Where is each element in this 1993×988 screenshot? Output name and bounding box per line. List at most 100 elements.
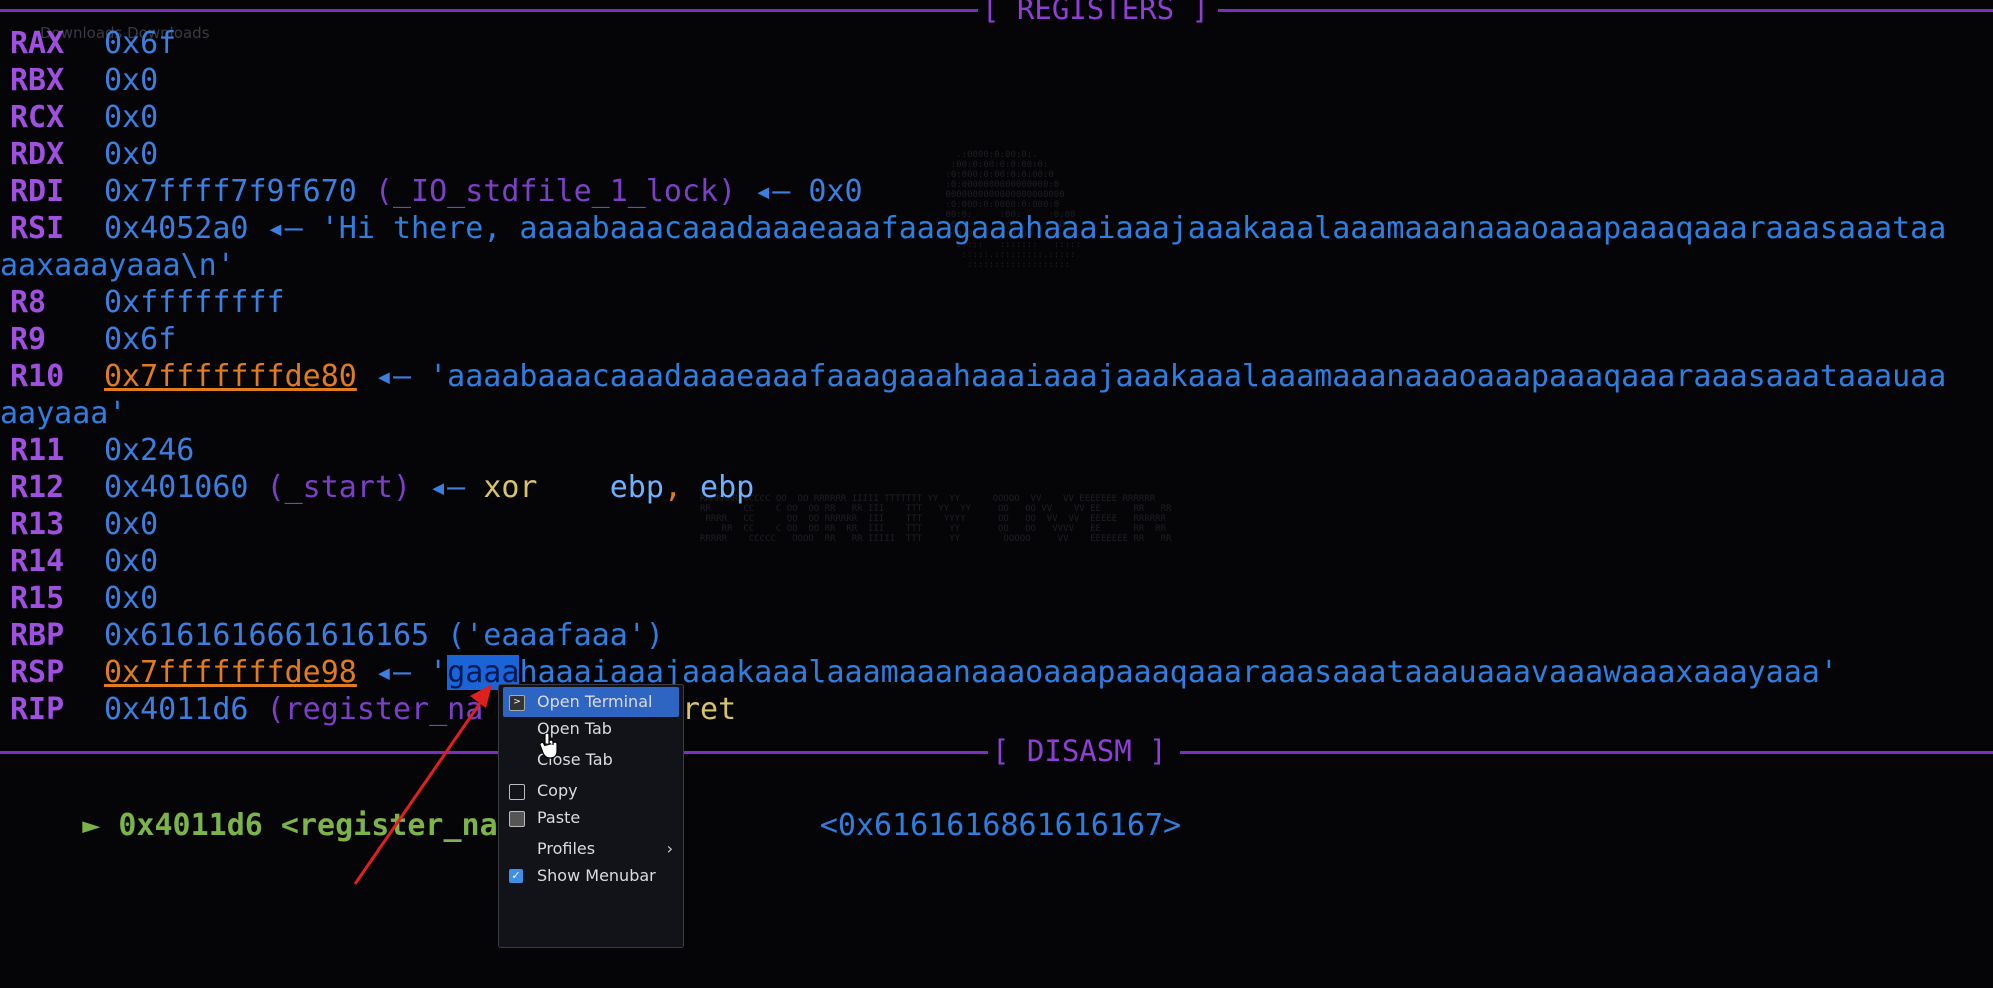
register-value-part: xor: [483, 470, 538, 505]
register-value-part: 0x4011d6: [104, 692, 249, 727]
register-row-r15[interactable]: R15 0x0: [10, 580, 158, 617]
chevron-right-icon: ›: [666, 839, 673, 858]
menu-item-show-menubar[interactable]: ✓ Show Menubar: [503, 861, 679, 891]
menu-item-close-tab[interactable]: Close Tab: [503, 745, 679, 775]
menu-item-label: Copy: [537, 781, 578, 800]
header-rule-right: [1218, 9, 1993, 12]
register-value-part: 0x0: [104, 544, 159, 579]
menu-item-label: Profiles: [537, 839, 596, 858]
register-value-part: 0x0: [104, 507, 159, 542]
register-value-part: (register_na: [248, 692, 484, 727]
register-name: RAX: [10, 26, 65, 61]
register-row-r12[interactable]: R12 0x401060 (_start) ◂— xor ebp, ebp: [10, 469, 754, 506]
register-value-part: aaxaaayaaa\n': [0, 248, 235, 283]
register-row-rbp[interactable]: RBP 0x6161616661616165 ('eaaafaaa'): [10, 617, 664, 654]
register-value-part: ('eaaafaaa'): [429, 618, 664, 653]
register-name: RCX: [10, 100, 65, 135]
register-value-part: 0x7fffffffde98: [104, 655, 357, 690]
mouse-cursor-icon: [540, 733, 558, 759]
register-row-rdx[interactable]: RDX 0x0: [10, 136, 158, 173]
menu-item-open-tab[interactable]: Open Tab: [503, 714, 679, 744]
register-row-rcx[interactable]: RCX 0x0: [10, 99, 158, 136]
register-value-part: ◂—: [411, 470, 484, 505]
register-row-rsi[interactable]: RSI 0x4052a0 ◂— 'Hi there, aaaabaaacaaada…: [10, 210, 1946, 247]
registers-header: [ REGISTERS ]: [0, 0, 1993, 34]
register-value-part: aayaaa': [0, 396, 127, 431]
register-name: R10: [10, 359, 65, 394]
register-value-part: 0x246: [104, 433, 195, 468]
register-name: RIP: [10, 692, 65, 727]
register-row-r14[interactable]: R14 0x0: [10, 543, 158, 580]
register-name: RBX: [10, 63, 65, 98]
menu-item-open-terminal[interactable]: > Open Terminal: [503, 687, 679, 717]
registers-title: [ REGISTERS ]: [978, 0, 1213, 26]
register-value-part: 0x0: [104, 581, 159, 616]
register-value-part: 0x4052a0: [104, 211, 249, 246]
register-name: RDI: [10, 174, 65, 209]
register-value-part: haaaiaaajaaakaaalaaamaaanaaaoaaapaaaqaaa…: [519, 655, 1838, 690]
menu-item-profiles[interactable]: Profiles ›: [503, 834, 679, 864]
register-name: R12: [10, 470, 65, 505]
register-name: RBP: [10, 618, 65, 653]
disasm-rule-left: [0, 751, 994, 754]
register-name: RSP: [10, 655, 65, 690]
register-value-part: 'aaaabaaacaaadaaaeaaafaaagaaahaaaiaaajaa…: [429, 359, 1947, 394]
terminal-window[interactable]: Downloads Downloads [ REGISTERS ] .:0000…: [0, 0, 1993, 988]
register-row-rax[interactable]: RAX 0x6f: [10, 25, 176, 62]
register-value-part: (_IO_stdfile_1_lock): [356, 174, 737, 209]
disasm-target: <0x6161616861616167>: [819, 808, 1182, 843]
register-row-r13[interactable]: R13 0x0: [10, 506, 158, 543]
background-ascii-banner: RRRRRRR CCCCC OO OO RRRRRR IIIII TTTTTTT…: [700, 494, 1172, 544]
register-name: RSI: [10, 211, 65, 246]
register-value-part: ◂—: [248, 211, 321, 246]
terminal-icon: >: [509, 695, 525, 711]
register-row-continuation[interactable]: aayaaa': [0, 395, 126, 432]
register-name: R13: [10, 507, 65, 542]
register-value-part: 0x7fffffffde80: [104, 359, 357, 394]
register-row-rbx[interactable]: RBX 0x0: [10, 62, 158, 99]
register-row-rdi[interactable]: RDI 0x7ffff7f9f670 (_IO_stdfile_1_lock) ◂…: [10, 173, 863, 210]
register-value-part: 0x6161616661616165: [104, 618, 430, 653]
register-value-part: 'Hi there, aaaabaaacaaadaaaeaaafaaagaaah…: [320, 211, 1947, 246]
register-value-part: ◂— ': [356, 655, 448, 690]
register-value-part: (_start): [248, 470, 412, 505]
register-value-part: 0xffffffff: [104, 285, 285, 320]
disasm-rule-right: [1180, 751, 1993, 754]
register-name: R8: [10, 285, 47, 320]
register-row-continuation[interactable]: aaxaaayaaa\n': [0, 247, 235, 284]
register-value-part: 0x0: [104, 137, 159, 172]
register-name: RDX: [10, 137, 65, 172]
register-value-part: 0x7ffff7f9f670: [104, 174, 357, 209]
register-row-r8[interactable]: R8 0xffffffff: [10, 284, 285, 321]
menu-item-copy[interactable]: Copy: [503, 776, 679, 806]
header-rule-left: [0, 9, 980, 12]
menu-item-label: Show Menubar: [537, 866, 656, 885]
register-value-part: ◂—: [356, 359, 430, 394]
context-menu: > Open Terminal Open Tab Close Tab Copy Paste…: [498, 684, 684, 948]
register-value-part: ◂—: [736, 174, 809, 209]
register-name: R14: [10, 544, 65, 579]
register-row-r9[interactable]: R9 0x6f: [10, 321, 176, 358]
register-value-part: 0x401060: [104, 470, 249, 505]
register-name: R9: [10, 322, 47, 357]
menu-item-label: Open Terminal: [537, 692, 653, 711]
copy-icon: [509, 784, 525, 800]
register-value-part: 0x0: [104, 63, 159, 98]
menu-item-label: Paste: [537, 808, 581, 827]
register-value-part: ebp: [537, 470, 664, 505]
register-value-part: 0x6f: [104, 26, 177, 61]
register-value-part: ebp: [682, 470, 755, 505]
disasm-title: [ DISASM ]: [988, 734, 1171, 768]
register-value-part: 0x6f: [104, 322, 177, 357]
checkbox-icon: ✓: [509, 869, 523, 883]
register-value-part: 0x0: [104, 100, 159, 135]
register-row-r11[interactable]: R11 0x246: [10, 432, 194, 469]
disasm-current-instruction: ► 0x4011d6 <register_name+: [82, 808, 552, 843]
menu-item-paste[interactable]: Paste: [503, 803, 679, 833]
register-name: R11: [10, 433, 65, 468]
register-value-part: ,: [663, 470, 682, 505]
paste-icon: [509, 811, 525, 827]
register-row-r10[interactable]: R10 0x7fffffffde80 ◂— 'aaaabaaacaaadaaaea…: [10, 358, 1946, 395]
register-row-rsp[interactable]: RSP 0x7fffffffde98 ◂— 'gaaahaaaiaaajaaaka…: [10, 654, 1838, 691]
register-value-part: 0x0: [808, 174, 863, 209]
